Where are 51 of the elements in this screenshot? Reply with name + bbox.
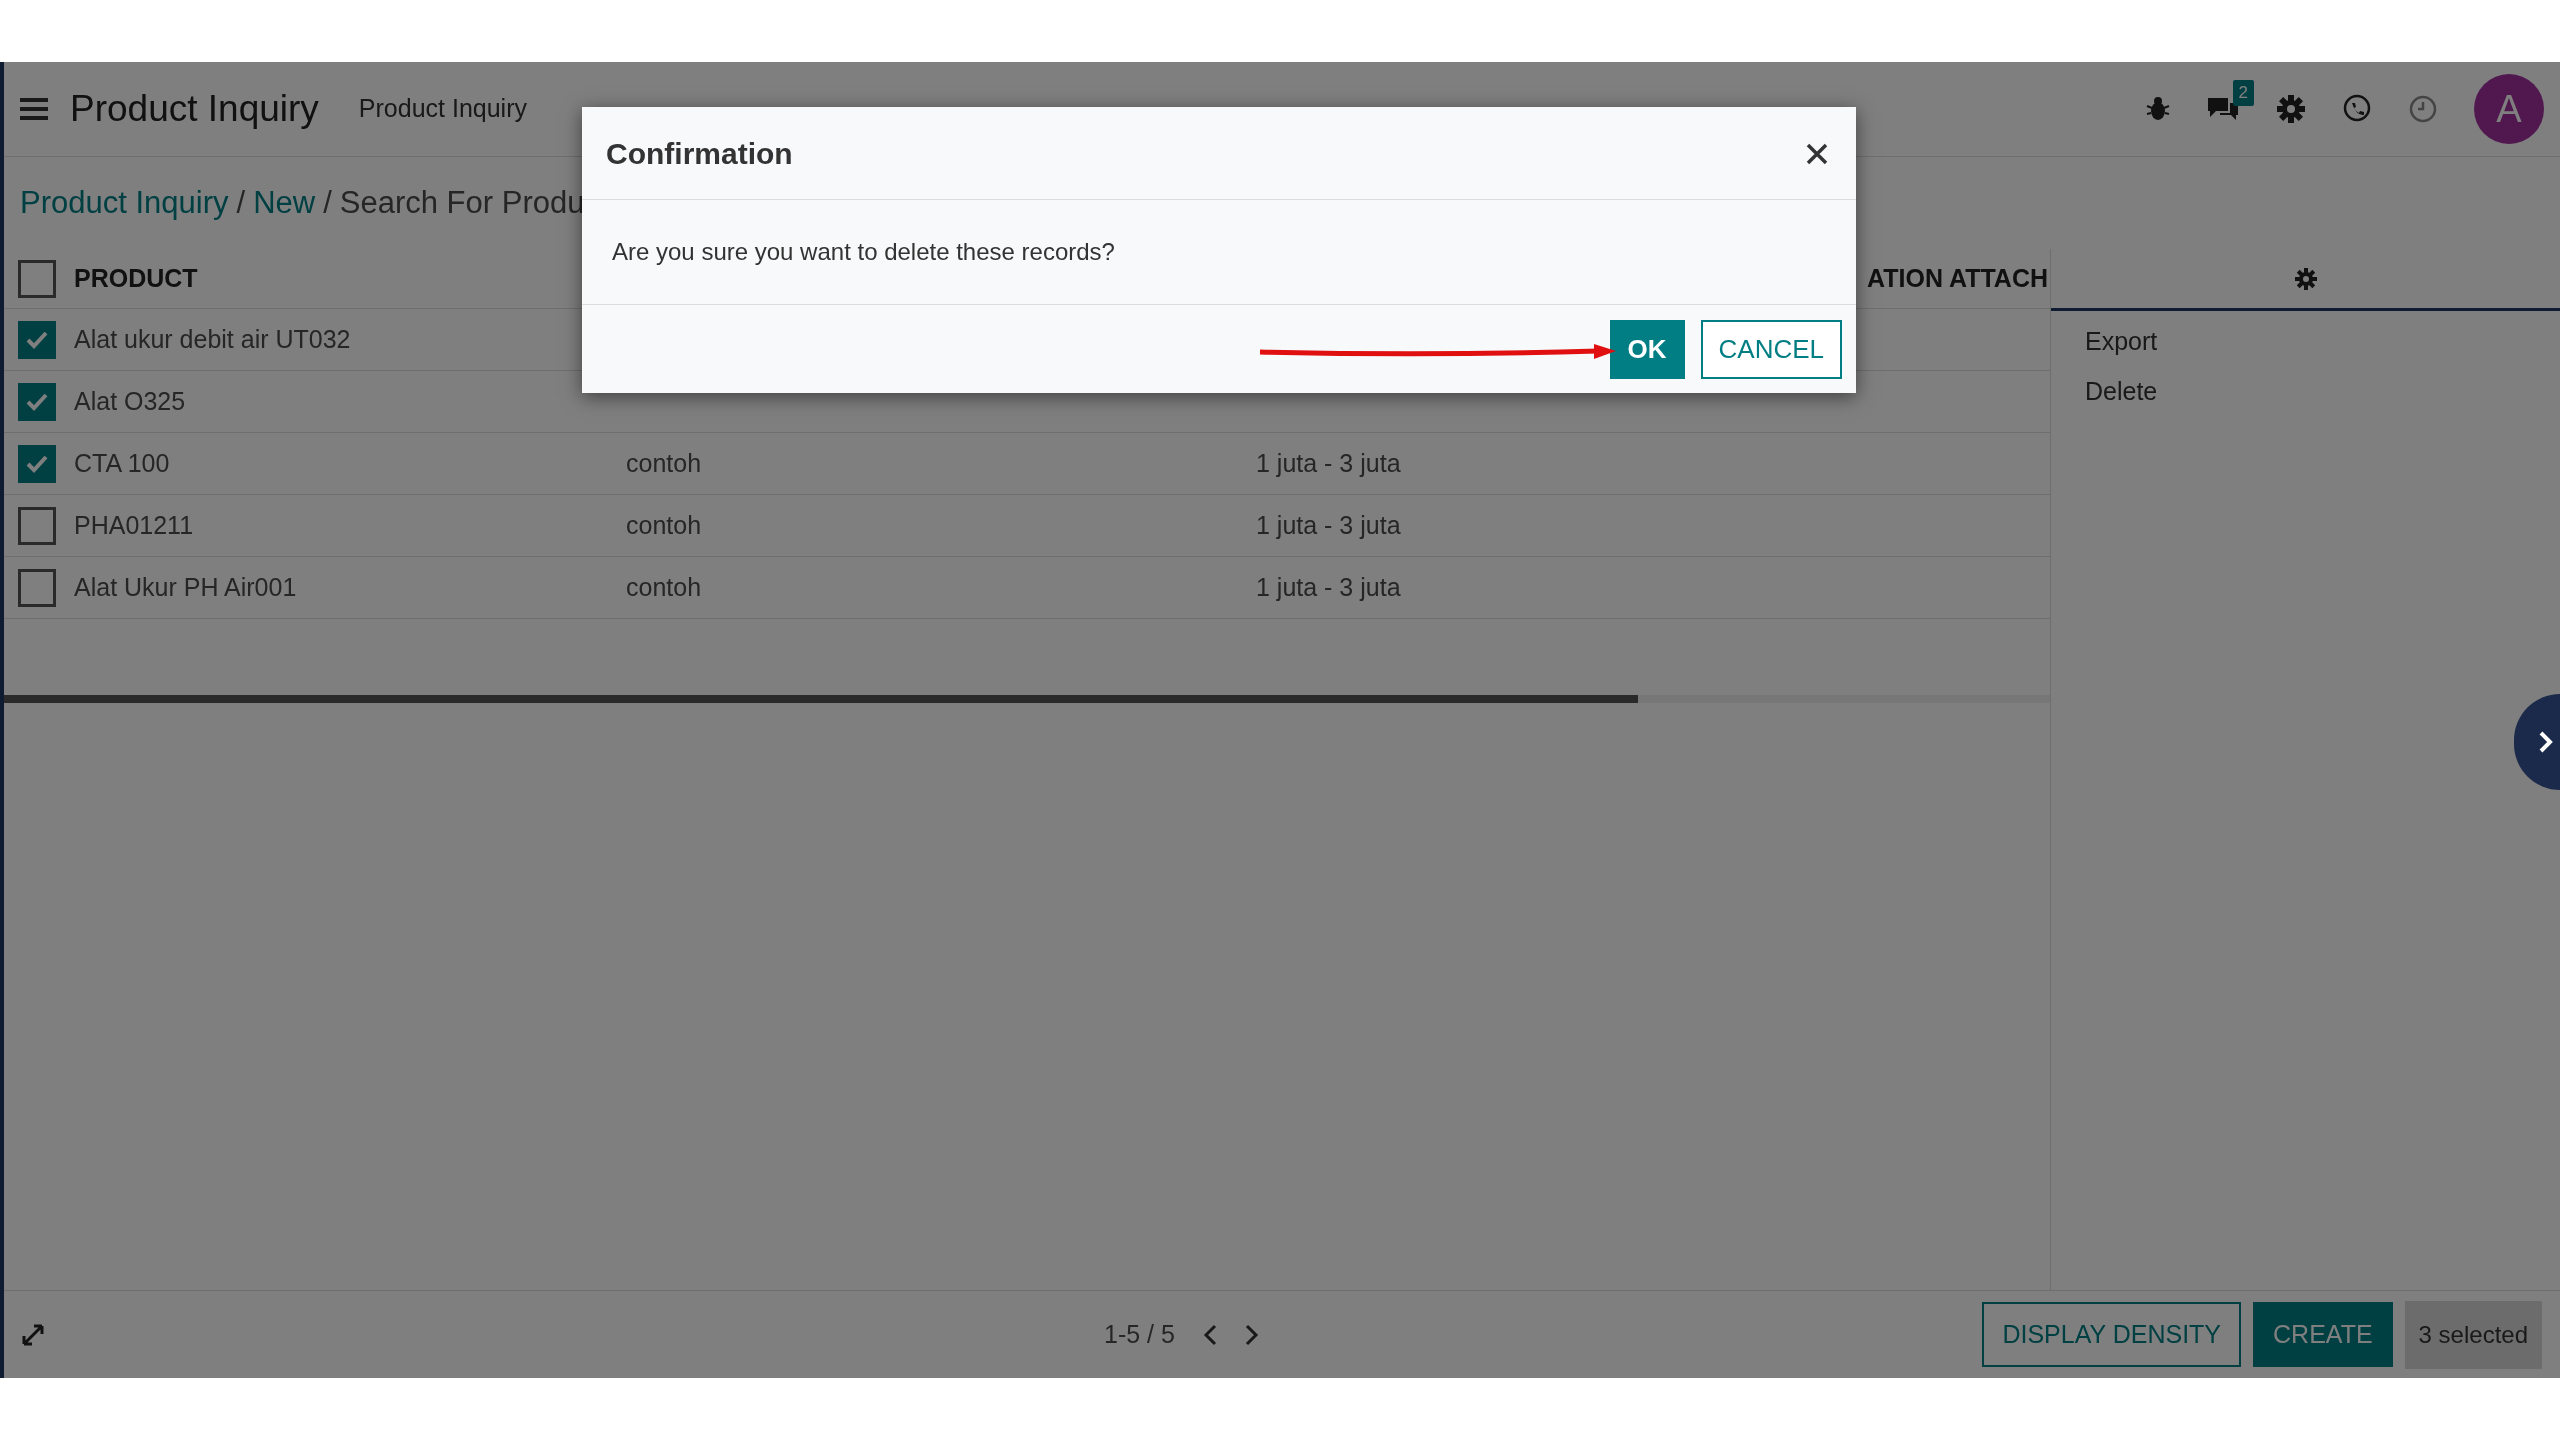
- next-icon[interactable]: [1244, 1323, 1259, 1346]
- checkbox[interactable]: [18, 382, 56, 421]
- display-density-button[interactable]: DISPLAY DENSITY: [1982, 1301, 2242, 1368]
- table-cell-text: Alat O325: [74, 385, 187, 417]
- previous-icon[interactable]: [1202, 1323, 1217, 1346]
- scrollbar-thumb[interactable]: [4, 695, 1638, 703]
- chevron-right-icon: [2538, 730, 2554, 754]
- breadcrumb-link[interactable]: Product Inquiry: [20, 179, 229, 227]
- menu-item[interactable]: Product Inquiry: [358, 90, 527, 128]
- checkbox[interactable]: [18, 506, 56, 545]
- checkbox[interactable]: [18, 320, 56, 359]
- breadcrumb-current: Search For Produ: [339, 183, 585, 222]
- column-header[interactable]: ATION ATTACH: [1867, 259, 2050, 298]
- gear-icon[interactable]: [2276, 94, 2306, 124]
- checkbox[interactable]: [18, 568, 56, 607]
- check-icon: [25, 453, 49, 474]
- user-avatar[interactable]: A: [2474, 74, 2544, 144]
- selection-count: 3 selected: [2404, 1300, 2542, 1369]
- table-cell-text: 1 juta - 3 juta: [1256, 509, 1402, 541]
- check-icon: [25, 391, 49, 412]
- table-cell-text: 1 juta - 3 juta: [1256, 447, 1402, 479]
- app-title: Product Inquiry: [70, 87, 319, 132]
- table-cell-text: CTA 100: [74, 447, 171, 479]
- bug-icon[interactable]: [2146, 96, 2170, 122]
- notification-badge: 2: [2232, 80, 2254, 106]
- action-item[interactable]: Delete: [2085, 376, 2158, 405]
- create-button[interactable]: CREATE: [2253, 1301, 2393, 1368]
- ok-button[interactable]: OK: [1609, 319, 1685, 379]
- breadcrumb-separator: /: [323, 183, 332, 222]
- check-icon: [25, 329, 49, 350]
- gear-icon[interactable]: [2293, 266, 2318, 291]
- checkbox[interactable]: [18, 444, 56, 483]
- expand-icon[interactable]: [22, 1323, 44, 1346]
- action-item[interactable]: Export: [2085, 327, 2158, 355]
- table-cell-text: 1 juta - 3 juta: [1256, 571, 1402, 603]
- table-cell-text: contoh: [626, 509, 703, 541]
- dialog-title: Confirmation: [606, 135, 793, 172]
- breadcrumb-link[interactable]: New: [253, 179, 316, 227]
- table-cell-text: Alat ukur debit air UT032: [74, 323, 352, 355]
- table-cell-text: PHA01211: [74, 509, 195, 541]
- table-cell-text: contoh: [626, 447, 703, 479]
- pager-text: 1-5 / 5: [1104, 1318, 1175, 1350]
- cancel-button[interactable]: CANCEL: [1700, 319, 1842, 379]
- breadcrumb-separator: /: [236, 183, 246, 222]
- clock-icon[interactable]: [2408, 94, 2438, 124]
- phone-chat-icon[interactable]: [2342, 94, 2372, 124]
- checkbox[interactable]: [18, 259, 56, 298]
- menu-icon[interactable]: [20, 97, 48, 121]
- dialog-message: Are you sure you want to delete these records?: [612, 237, 1115, 267]
- table-cell-text: Alat Ukur PH Air001: [74, 571, 298, 603]
- table-cell-text: contoh: [626, 571, 703, 603]
